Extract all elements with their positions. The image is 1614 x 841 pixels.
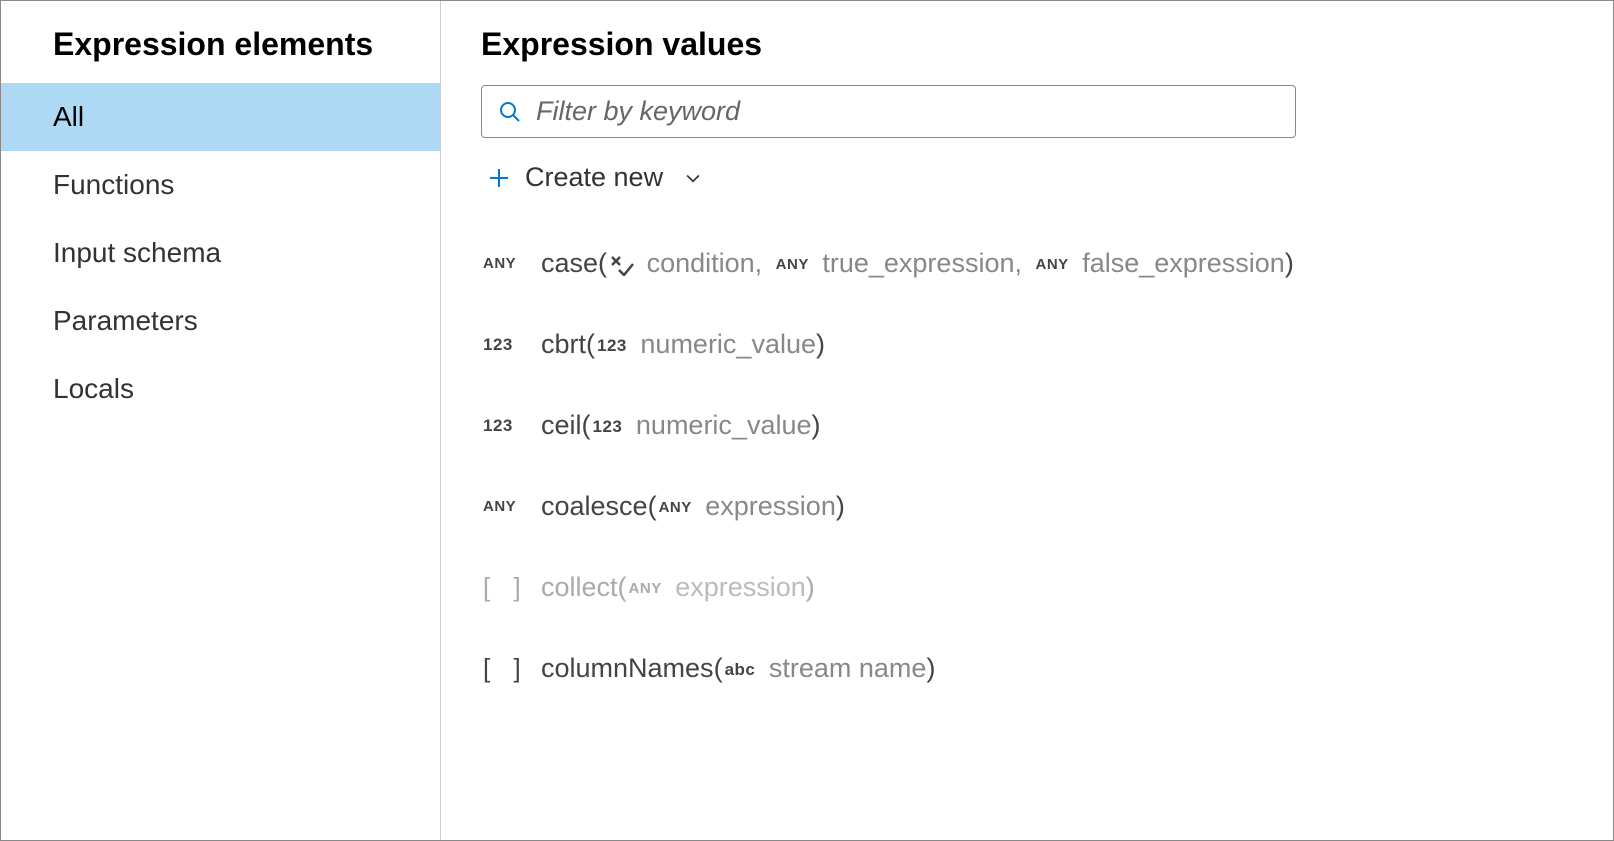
param-type-badge: ANY [659,499,692,516]
function-name: case [541,248,598,278]
param-name: condition [647,248,755,278]
function-item-columnNames[interactable]: [ ]columnNames(abc stream name) [483,653,1573,684]
function-item-case[interactable]: ANYcase( condition, ANY true_expression,… [483,248,1573,279]
create-new-button[interactable]: Create new [481,162,1573,193]
function-name: cbrt [541,329,586,359]
return-type-badge: [ ] [483,572,541,603]
function-signature: coalesce(ANY expression) [541,491,845,522]
return-type-badge: [ ] [483,653,541,684]
param-type-badge: 123 [593,417,623,437]
param-name: stream name [769,653,927,683]
param-type-badge: abc [725,660,756,680]
sidebar-item-functions[interactable]: Functions [1,151,440,219]
param-type-badge: 123 [597,336,627,356]
function-signature: case( condition, ANY true_expression, AN… [541,248,1294,279]
function-item-cbrt[interactable]: 123cbrt(123 numeric_value) [483,329,1573,360]
param-type-badge: ANY [629,580,662,597]
sidebar-item-locals[interactable]: Locals [1,355,440,423]
boolean-type-icon [609,254,635,276]
function-item-collect: [ ]collect(ANY expression) [483,572,1573,603]
function-list: ANYcase( condition, ANY true_expression,… [481,248,1573,684]
param-name: expression [705,491,836,521]
function-name: collect [541,572,618,602]
sidebar: Expression elements AllFunctionsInput sc… [1,1,441,840]
param-name: expression [675,572,806,602]
plus-icon [487,166,511,190]
param-type-badge: ANY [776,256,809,273]
create-new-label: Create new [525,162,663,193]
param-type-badge: ANY [1036,256,1069,273]
return-type-badge: ANY [483,255,541,272]
search-icon [498,100,522,124]
main-panel: Expression values Create new ANYcase( co… [441,1,1613,840]
function-item-ceil[interactable]: 123ceil(123 numeric_value) [483,410,1573,441]
return-type-badge: 123 [483,335,541,355]
function-name: columnNames [541,653,714,683]
param-name: numeric_value [640,329,816,359]
function-signature: columnNames(abc stream name) [541,653,935,684]
filter-input[interactable] [536,96,1279,127]
param-name: true_expression [822,248,1014,278]
function-name: coalesce [541,491,648,521]
sidebar-title: Expression elements [1,26,440,83]
sidebar-item-parameters[interactable]: Parameters [1,287,440,355]
return-type-badge: 123 [483,416,541,436]
function-signature: collect(ANY expression) [541,572,815,603]
chevron-down-icon [683,168,703,188]
return-type-badge: ANY [483,498,541,515]
function-name: ceil [541,410,582,440]
function-signature: cbrt(123 numeric_value) [541,329,825,360]
function-item-coalesce[interactable]: ANYcoalesce(ANY expression) [483,491,1573,522]
filter-search-box[interactable] [481,85,1296,138]
sidebar-item-input-schema[interactable]: Input schema [1,219,440,287]
main-title: Expression values [481,26,1573,63]
param-name: numeric_value [636,410,812,440]
sidebar-item-all[interactable]: All [1,83,440,151]
param-name: false_expression [1082,248,1285,278]
function-signature: ceil(123 numeric_value) [541,410,821,441]
